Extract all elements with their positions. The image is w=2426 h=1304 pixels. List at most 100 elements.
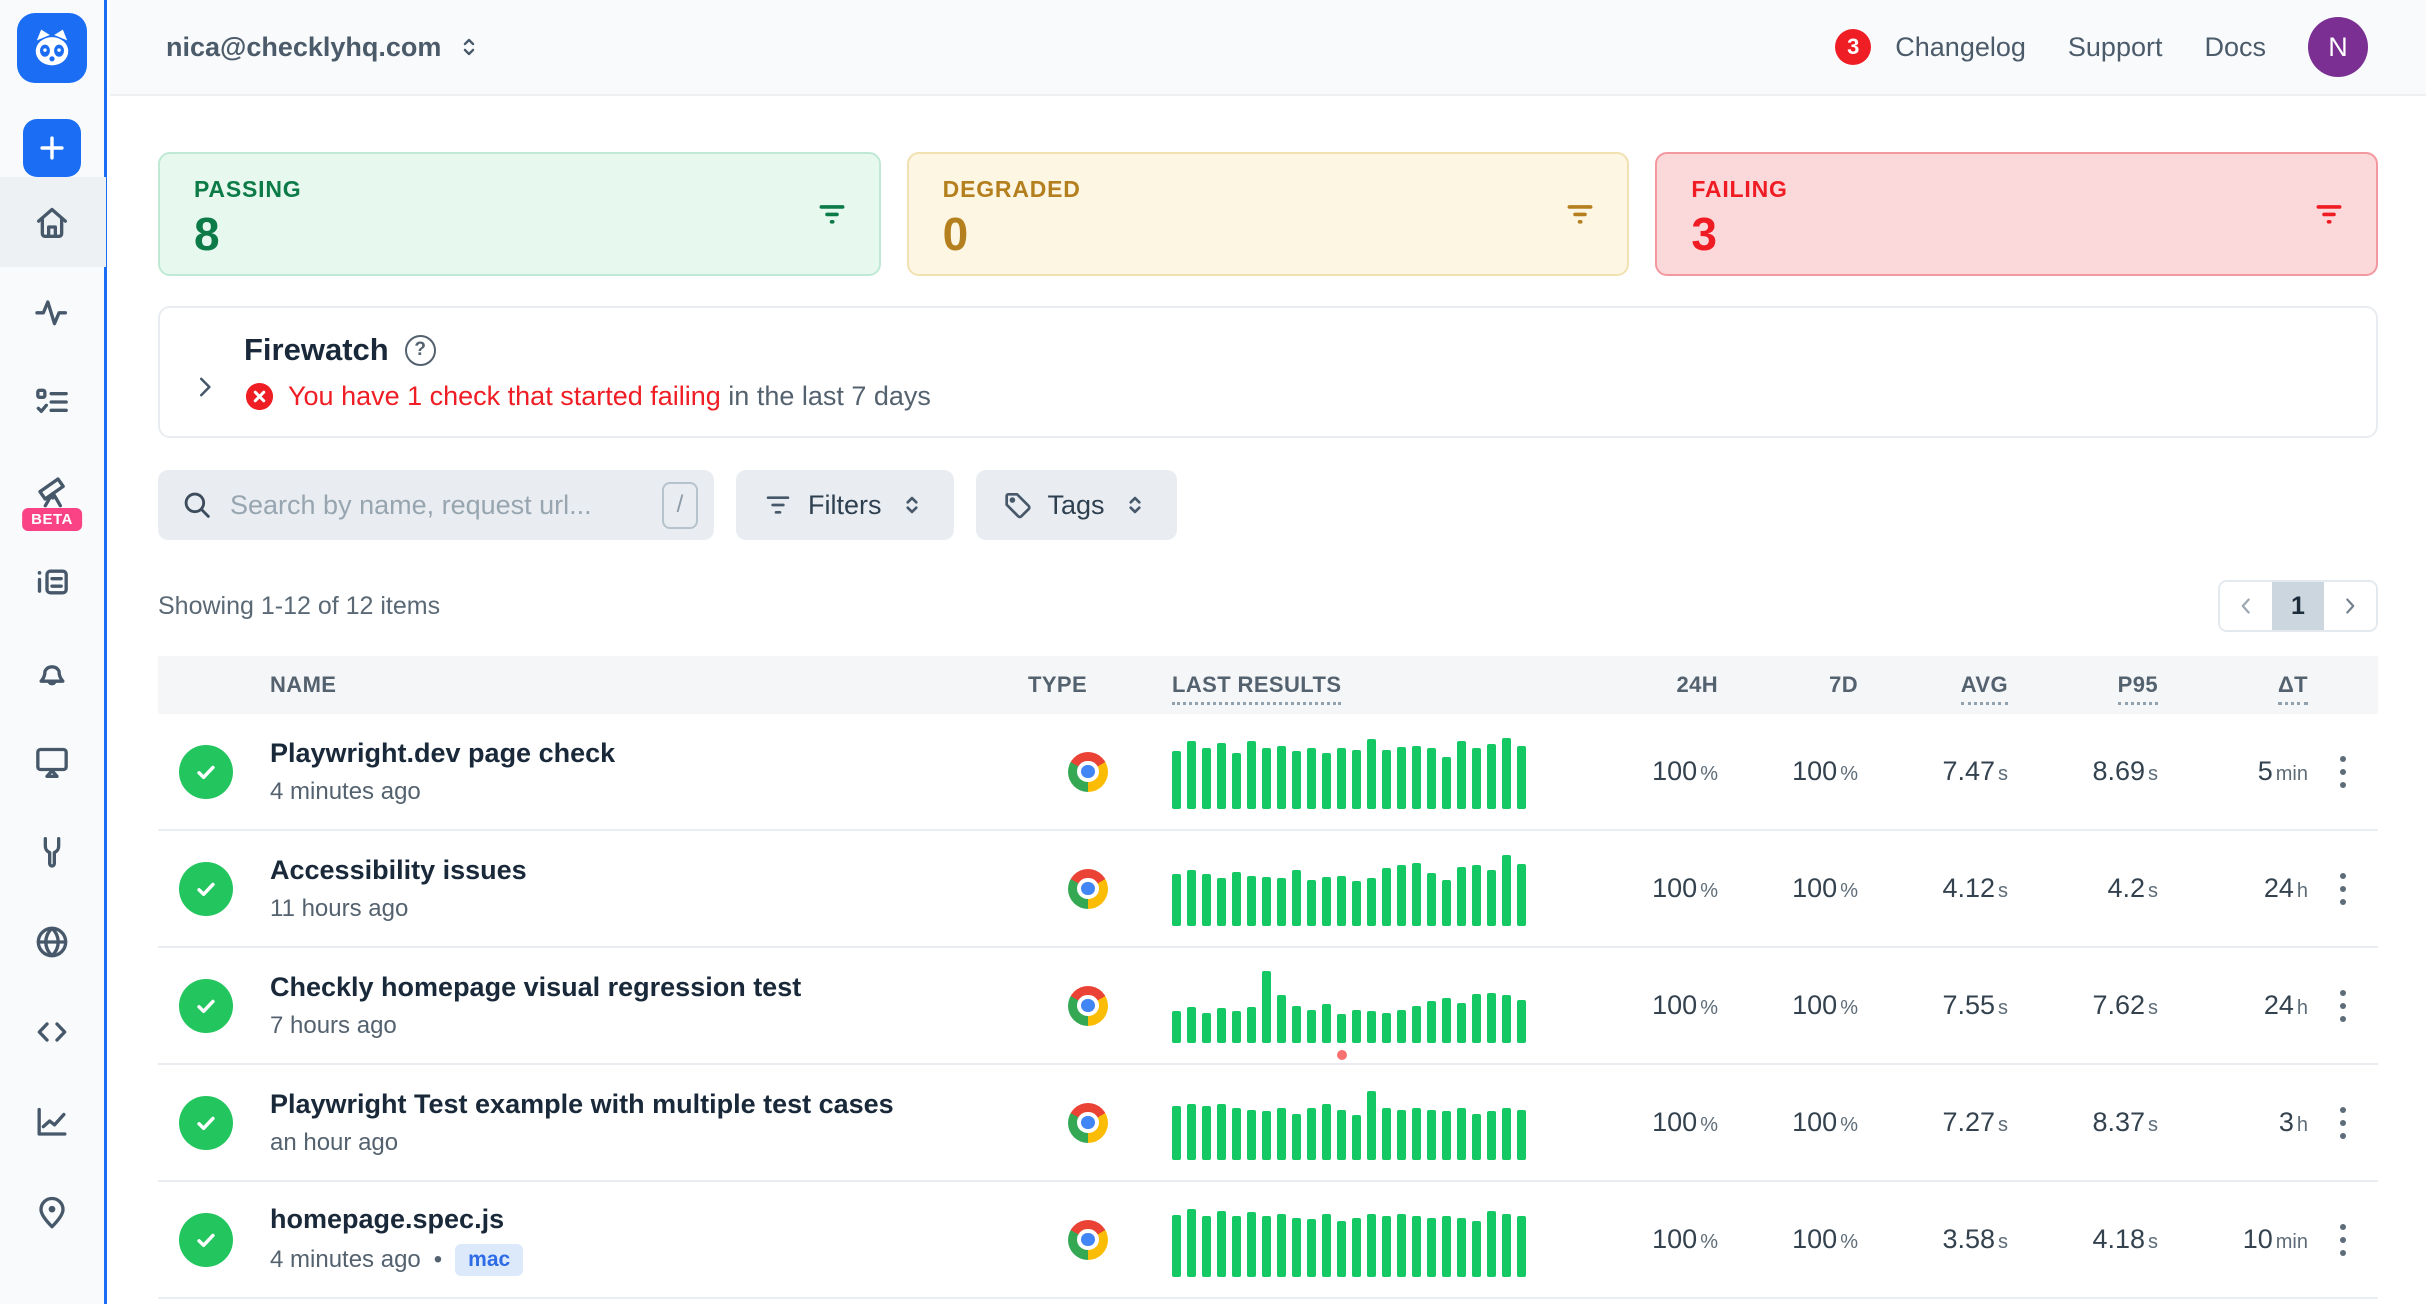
nav-changelog[interactable]: Changelog <box>1895 32 2026 63</box>
sidebar-item-dashboards[interactable] <box>0 717 106 807</box>
status-passing-icon <box>179 1096 233 1150</box>
raccoon-icon <box>26 22 78 74</box>
sidebar-item-locations[interactable] <box>0 1167 106 1257</box>
main-content: PASSING 8 DEGRADED 0 FAILING 3 Firewatch… <box>110 0 2426 1299</box>
tags-button[interactable]: Tags <box>976 470 1177 540</box>
sidebar-item-maintenance[interactable] <box>0 807 106 897</box>
results-bar-chart[interactable] <box>1172 852 1578 926</box>
filters-button[interactable]: Filters <box>736 470 954 540</box>
value-24h: 100% <box>1578 990 1718 1021</box>
column-header-avg[interactable]: AVG <box>1858 672 2008 698</box>
sidebar-item-logs[interactable] <box>0 537 106 627</box>
status-card-label: FAILING <box>1691 176 2342 203</box>
row-menu-button[interactable] <box>2334 1218 2352 1262</box>
monitor-icon <box>32 742 72 782</box>
column-header-dt[interactable]: ΔT <box>2158 672 2308 698</box>
status-card-label: PASSING <box>194 176 845 203</box>
sidebar-item-home[interactable] <box>0 177 106 267</box>
results-bar-chart[interactable] <box>1172 1203 1578 1277</box>
value-avg: 7.55s <box>1858 990 2008 1021</box>
sidebar-item-analytics[interactable] <box>0 1077 106 1167</box>
toolbar: / Filters Tags <box>158 470 2378 540</box>
user-avatar[interactable]: N <box>2308 17 2368 77</box>
account-switcher[interactable]: nica@checklyhq.com <box>166 32 483 63</box>
sidebar-item-alerts[interactable] <box>0 627 106 717</box>
nav-support[interactable]: Support <box>2068 32 2163 63</box>
value-dt: 24h <box>2158 873 2308 904</box>
status-passing-icon <box>179 862 233 916</box>
value-7d: 100% <box>1718 756 1858 787</box>
status-card-count: 3 <box>1691 207 2342 261</box>
status-card-degraded[interactable]: DEGRADED 0 <box>907 152 1630 276</box>
check-name[interactable]: Accessibility issues <box>270 855 1028 886</box>
sidebar-item-experiments-beta[interactable]: BETA <box>0 447 106 537</box>
expand-chevron-icon[interactable] <box>190 372 220 402</box>
firewatch-alert[interactable]: You have 1 check that started failing in… <box>288 381 931 412</box>
check-name[interactable]: Checkly homepage visual regression test <box>270 972 1028 1003</box>
help-icon[interactable]: ? <box>405 335 436 366</box>
chevron-up-down-icon <box>1119 489 1151 521</box>
filter-icon[interactable] <box>2312 197 2346 231</box>
runtime-badge: mac <box>455 1244 523 1276</box>
value-24h: 100% <box>1578 1224 1718 1255</box>
value-avg: 4.12s <box>1858 873 2008 904</box>
sidebar-item-snippets[interactable] <box>0 987 106 1077</box>
table-row[interactable]: homepage.spec.js 4 minutes ago • mac 100… <box>158 1182 2378 1299</box>
search-input[interactable] <box>230 490 646 521</box>
value-7d: 100% <box>1718 1107 1858 1138</box>
column-header-last-results[interactable]: LAST RESULTS <box>1148 672 1578 698</box>
checklist-icon <box>32 382 72 422</box>
results-bar-chart[interactable] <box>1172 969 1578 1043</box>
check-name[interactable]: homepage.spec.js <box>270 1204 1028 1235</box>
results-bar-chart[interactable] <box>1172 735 1578 809</box>
value-24h: 100% <box>1578 873 1718 904</box>
value-7d: 100% <box>1718 990 1858 1021</box>
last-run-time: 7 hours ago <box>270 1012 397 1040</box>
check-name[interactable]: Playwright Test example with multiple te… <box>270 1089 1028 1120</box>
chevron-right-icon <box>2337 593 2363 619</box>
topbar: nica@checklyhq.com 3 Changelog Support D… <box>110 0 2426 96</box>
value-p95: 8.69s <box>2008 756 2158 787</box>
row-menu-button[interactable] <box>2334 750 2352 794</box>
value-p95: 8.37s <box>2008 1107 2158 1138</box>
value-dt: 5min <box>2158 756 2308 787</box>
last-run-time: 4 minutes ago <box>270 778 421 806</box>
filter-icon[interactable] <box>1563 197 1597 231</box>
column-header-name: NAME <box>254 672 1028 698</box>
changelog-badge[interactable]: 3 <box>1835 29 1871 65</box>
status-card-failing[interactable]: FAILING 3 <box>1655 152 2378 276</box>
sidebar-item-api[interactable] <box>0 897 106 987</box>
table-row[interactable]: Checkly homepage visual regression test … <box>158 948 2378 1065</box>
row-menu-button[interactable] <box>2334 984 2352 1028</box>
table-row[interactable]: Playwright.dev page check 4 minutes ago … <box>158 714 2378 831</box>
status-card-passing[interactable]: PASSING 8 <box>158 152 881 276</box>
checkly-logo[interactable] <box>17 13 87 83</box>
beta-badge: BETA <box>22 508 82 531</box>
code-brackets-icon <box>32 1012 72 1052</box>
current-page[interactable]: 1 <box>2272 582 2324 630</box>
check-name[interactable]: Playwright.dev page check <box>270 738 1028 769</box>
nav-docs[interactable]: Docs <box>2204 32 2266 63</box>
chrome-browser-icon <box>1068 752 1108 792</box>
next-page-button[interactable] <box>2324 582 2376 630</box>
topnav: 3 Changelog Support Docs N <box>1835 17 2368 77</box>
value-dt: 3h <box>2158 1107 2308 1138</box>
search-shortcut-key: / <box>662 482 698 529</box>
results-bar-chart[interactable] <box>1172 1086 1578 1160</box>
filter-icon[interactable] <box>815 197 849 231</box>
value-p95: 4.2s <box>2008 873 2158 904</box>
value-p95: 4.18s <box>2008 1224 2158 1255</box>
row-menu-button[interactable] <box>2334 867 2352 911</box>
create-new-button[interactable] <box>23 119 81 177</box>
column-header-p95[interactable]: P95 <box>2008 672 2158 698</box>
table-row[interactable]: Accessibility issues 11 hours ago 100% 1… <box>158 831 2378 948</box>
value-dt: 24h <box>2158 990 2308 1021</box>
search-box[interactable]: / <box>158 470 714 540</box>
table-row[interactable]: Playwright Test example with multiple te… <box>158 1065 2378 1182</box>
status-card-count: 0 <box>943 207 1594 261</box>
row-menu-button[interactable] <box>2334 1101 2352 1145</box>
prev-page-button[interactable] <box>2220 582 2272 630</box>
sidebar-item-monitoring[interactable] <box>0 267 106 357</box>
status-card-label: DEGRADED <box>943 176 1594 203</box>
sidebar-item-checks[interactable] <box>0 357 106 447</box>
